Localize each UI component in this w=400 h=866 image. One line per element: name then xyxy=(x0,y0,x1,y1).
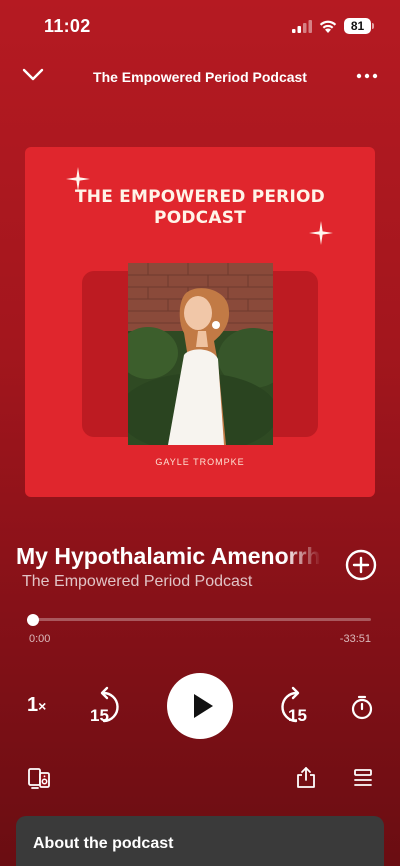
speed-suffix: × xyxy=(38,698,47,714)
remaining-time: -33:51 xyxy=(339,633,371,645)
status-time: 11:02 xyxy=(44,16,91,36)
add-circle-icon[interactable] xyxy=(345,549,377,581)
skip-forward-seconds: 15 xyxy=(288,706,307,725)
progress-bar[interactable] xyxy=(31,618,371,621)
skip-back-seconds: 15 xyxy=(90,706,109,725)
play-button[interactable] xyxy=(167,673,233,739)
battery-icon: 81 xyxy=(344,18,374,34)
connect-device-icon[interactable] xyxy=(28,767,50,789)
chevron-down-icon[interactable] xyxy=(22,68,44,82)
sparkle-icon xyxy=(309,221,333,245)
cellular-signal-icon xyxy=(292,20,312,33)
progress-thumb[interactable] xyxy=(27,614,39,626)
queue-icon[interactable] xyxy=(353,768,373,788)
skip-back-button[interactable]: 15 xyxy=(90,686,126,726)
battery-level: 81 xyxy=(344,18,371,34)
artwork-author: GAYLE TROMPKE xyxy=(155,457,245,467)
about-title: About the podcast xyxy=(33,835,174,852)
episode-title[interactable]: My Hypothalamic Amenorrhea xyxy=(16,543,321,570)
playback-speed-button[interactable]: 1× xyxy=(27,694,46,717)
about-podcast-card[interactable]: About the podcast xyxy=(16,816,384,866)
host-photo xyxy=(128,263,273,445)
header-title: The Empowered Period Podcast xyxy=(93,69,307,85)
speed-value: 1 xyxy=(27,694,39,716)
wifi-icon xyxy=(319,20,337,33)
sleep-timer-icon[interactable] xyxy=(350,694,374,720)
skip-forward-button[interactable]: 15 xyxy=(274,686,310,726)
sparkle-icon xyxy=(66,167,90,191)
play-icon xyxy=(194,694,213,718)
player-header: The Empowered Period Podcast xyxy=(0,60,400,96)
show-name[interactable]: The Empowered Period Podcast xyxy=(22,573,252,591)
share-icon[interactable] xyxy=(296,766,316,788)
podcast-artwork: THE EMPOWERED PERIOD PODCAST GAYLE TROMP… xyxy=(25,147,375,497)
elapsed-time: 0:00 xyxy=(29,633,51,645)
more-icon[interactable] xyxy=(354,66,380,86)
status-bar: 11:02 81 xyxy=(0,0,400,52)
